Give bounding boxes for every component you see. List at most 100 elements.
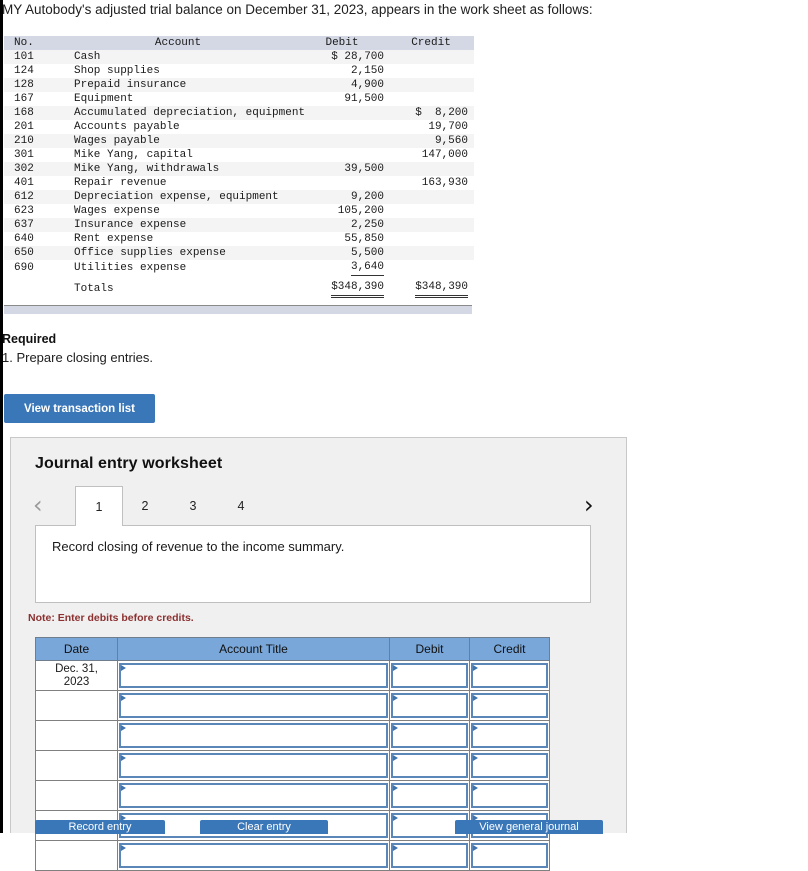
tab-1[interactable]: 1 [75, 486, 123, 526]
trial-balance-body: 101Cash$ 28,700124Shop supplies2,150128P… [4, 50, 474, 298]
trial-balance-row: 167Equipment91,500 [4, 92, 474, 106]
trial-balance-row: 640Rent expense55,850 [4, 232, 474, 246]
credit-input[interactable] [471, 693, 548, 718]
tab-3[interactable]: 3 [171, 486, 215, 526]
trial-balance-footer-bar [4, 305, 472, 314]
debit-input[interactable] [391, 843, 468, 868]
trial-balance-row: 128Prepaid insurance4,900 [4, 78, 474, 92]
entry-date-cell[interactable] [36, 781, 118, 811]
row-credit-amount: $ 8,200 [388, 106, 474, 120]
row-account-number: 623 [4, 204, 60, 218]
trial-balance-row: 201Accounts payable19,700 [4, 120, 474, 134]
tab-label: 3 [190, 499, 197, 513]
row-account-number: 167 [4, 92, 60, 106]
worksheet-instruction-text: Record closing of revenue to the income … [52, 539, 344, 554]
required-heading: Required [2, 332, 56, 346]
tab-4[interactable]: 4 [219, 486, 263, 526]
entry-date-cell[interactable] [36, 751, 118, 781]
debit-input-cell [390, 751, 470, 781]
account-title-select[interactable] [119, 693, 388, 718]
credit-input[interactable] [471, 723, 548, 748]
credit-input[interactable] [471, 663, 548, 688]
record-entry-button[interactable]: Record entry [35, 820, 165, 834]
row-account-number: 201 [4, 120, 60, 134]
account-title-select-cell [118, 781, 390, 811]
row-account-number: 302 [4, 162, 60, 176]
account-title-select[interactable] [119, 843, 388, 868]
account-title-select[interactable] [119, 663, 388, 688]
worksheet-tabs: ‹ › 1 2 3 4 [11, 486, 628, 526]
trial-balance-row: 401Repair revenue163,930 [4, 176, 474, 190]
row-debit-amount [296, 148, 388, 162]
tab-2[interactable]: 2 [123, 486, 167, 526]
row-credit-amount: 9,560 [388, 134, 474, 148]
credit-input[interactable] [471, 753, 548, 778]
row-credit-amount: 163,930 [388, 176, 474, 190]
debit-input[interactable] [391, 663, 468, 688]
header-date: Date [36, 638, 118, 661]
trial-balance-row: 168Accumulated depreciation, equipment$ … [4, 106, 474, 120]
row-debit-amount: 5,500 [296, 246, 388, 260]
chevron-right-icon[interactable]: › [584, 492, 594, 518]
account-title-select[interactable] [119, 753, 388, 778]
totals-label: Totals [60, 276, 296, 298]
credit-input[interactable] [471, 783, 548, 808]
trial-balance-row: 124Shop supplies2,150 [4, 64, 474, 78]
row-account-name: Equipment [60, 92, 296, 106]
row-credit-amount [388, 260, 474, 276]
debit-input[interactable] [391, 783, 468, 808]
trial-balance-row: 623Wages expense105,200 [4, 204, 474, 218]
journal-entry-row [36, 841, 550, 871]
credit-input-cell [470, 841, 550, 871]
trial-balance-row: 612Depreciation expense, equipment9,200 [4, 190, 474, 204]
adjusted-trial-balance: No. Account Debit Credit 101Cash$ 28,700… [4, 36, 472, 298]
row-account-number: 612 [4, 190, 60, 204]
entry-date-cell[interactable] [36, 721, 118, 751]
chevron-left-icon[interactable]: ‹ [33, 492, 43, 518]
trial-balance-row: 650Office supplies expense5,500 [4, 246, 474, 260]
journal-entry-body: Dec. 31,2023 [36, 661, 550, 871]
totals-number-cell [4, 276, 60, 298]
debit-input[interactable] [391, 753, 468, 778]
row-account-name: Insurance expense [60, 218, 296, 232]
row-credit-amount [388, 232, 474, 246]
debit-input-cell [390, 781, 470, 811]
row-account-name: Mike Yang, capital [60, 148, 296, 162]
view-transaction-list-button[interactable]: View transaction list [4, 394, 155, 423]
row-account-number: 101 [4, 50, 60, 64]
row-account-number: 690 [4, 260, 60, 276]
account-title-select[interactable] [119, 783, 388, 808]
account-title-select-cell [118, 721, 390, 751]
journal-entry-row [36, 691, 550, 721]
account-title-select-cell [118, 841, 390, 871]
journal-entry-row [36, 781, 550, 811]
row-debit-amount: 4,900 [296, 78, 388, 92]
page-left-edge [0, 0, 3, 833]
column-header-no: No. [4, 36, 60, 50]
row-debit-amount: 91,500 [296, 92, 388, 106]
tab-label: 2 [142, 499, 149, 513]
entry-date-cell[interactable]: Dec. 31,2023 [36, 661, 118, 691]
credit-input-cell [470, 691, 550, 721]
row-debit-amount [296, 176, 388, 190]
row-account-name: Repair revenue [60, 176, 296, 190]
entry-date-cell[interactable] [36, 691, 118, 721]
clear-entry-button[interactable]: Clear entry [200, 820, 328, 834]
row-credit-amount [388, 64, 474, 78]
trial-balance-row: 101Cash$ 28,700 [4, 50, 474, 64]
row-account-name: Accounts payable [60, 120, 296, 134]
column-header-debit: Debit [296, 36, 388, 50]
debit-input[interactable] [391, 693, 468, 718]
debit-input[interactable] [391, 723, 468, 748]
debit-input-cell [390, 721, 470, 751]
entry-date-cell[interactable] [36, 841, 118, 871]
credit-input[interactable] [471, 843, 548, 868]
header-credit: Credit [470, 638, 550, 661]
row-credit-amount [388, 190, 474, 204]
journal-entry-row [36, 721, 550, 751]
row-account-number: 637 [4, 218, 60, 232]
row-account-number: 128 [4, 78, 60, 92]
view-general-journal-button[interactable]: View general journal [455, 820, 603, 834]
tab-label: 1 [96, 500, 103, 514]
account-title-select[interactable] [119, 723, 388, 748]
